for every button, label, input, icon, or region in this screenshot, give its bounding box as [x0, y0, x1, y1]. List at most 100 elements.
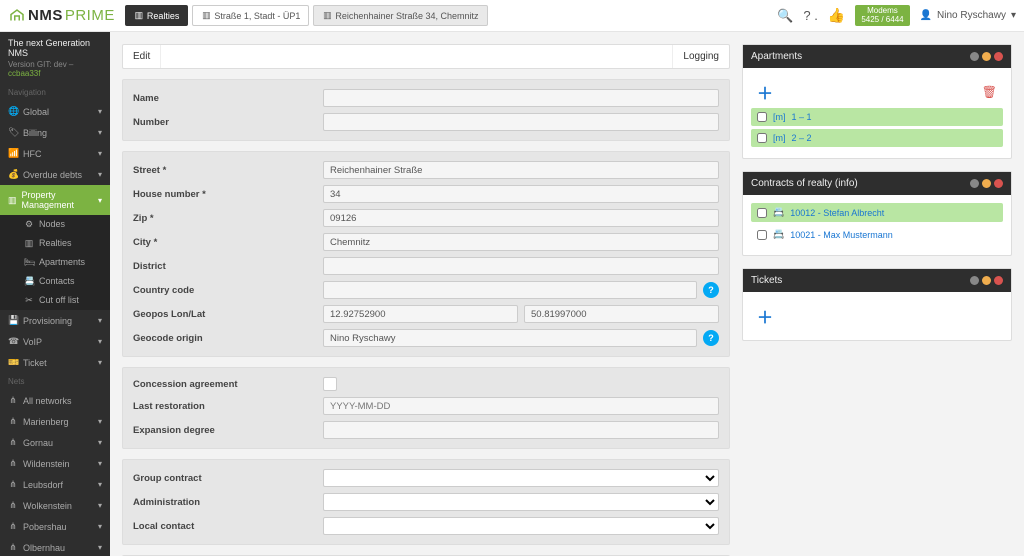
row-checkbox[interactable] [757, 230, 767, 240]
tag-icon: 🏷 [8, 127, 18, 138]
topbar-right: 🔍 ? . 👍 Modems 5425 / 6444 👤 Nino Ryscha… [777, 5, 1016, 27]
input-country[interactable] [323, 281, 697, 299]
sitemap-icon: ⋔ [8, 458, 18, 469]
panel-dot-icon[interactable] [970, 52, 979, 61]
label-group: Group contract [133, 473, 323, 484]
input-number[interactable] [323, 113, 719, 131]
nav-pm-cutoff[interactable]: ✂Cut off list [0, 291, 110, 310]
delete-apartment-button[interactable]: 🗑 [982, 85, 997, 99]
input-street[interactable] [323, 161, 719, 179]
input-city[interactable] [323, 233, 719, 251]
apartment-link[interactable]: 1 – 1 [792, 112, 812, 122]
contract-link[interactable]: 10021 - Max Mustermann [790, 230, 893, 240]
net-wolkenstein[interactable]: ⋔Wolkenstein▾ [0, 495, 110, 516]
input-lat[interactable] [524, 305, 719, 323]
add-apartment-button[interactable]: ＋ [757, 80, 773, 104]
net-leubsdorf[interactable]: ⋔Leubsdorf▾ [0, 474, 110, 495]
signal-icon: 📶 [8, 148, 18, 159]
contract-row[interactable]: 📇10012 - Stefan Albrecht [751, 203, 1003, 222]
building-icon: ▥ [134, 10, 144, 21]
crumb-realties[interactable]: ▥Realties [125, 5, 189, 26]
crumb-current[interactable]: ▥Reichenhainer Straße 34, Chemnitz [313, 5, 487, 26]
input-origin[interactable] [323, 329, 697, 347]
input-house[interactable] [323, 185, 719, 203]
search-icon[interactable]: 🔍 [777, 8, 793, 24]
nav-voip[interactable]: ☎VoIP▾ [0, 331, 110, 352]
contract-row[interactable]: 📇10021 - Max Mustermann [751, 225, 1003, 244]
panel-dot-icon[interactable] [982, 179, 991, 188]
net-olbernhau[interactable]: ⋔Olbernhau▾ [0, 537, 110, 556]
row-checkbox[interactable] [757, 112, 767, 122]
bed-icon: [m] [773, 133, 786, 143]
net-marienberg[interactable]: ⋔Marienberg▾ [0, 411, 110, 432]
chevron-down-icon: ▾ [98, 522, 102, 531]
nav-global[interactable]: 🌐Global▾ [0, 101, 110, 122]
select-local[interactable] [323, 517, 719, 535]
content: Edit Logging Name Number Street * House … [110, 32, 1024, 556]
input-name[interactable] [323, 89, 719, 107]
panel-dot-icon[interactable] [994, 179, 1003, 188]
nav-overdue[interactable]: 💰Overdue debts▾ [0, 164, 110, 185]
net-pobershau[interactable]: ⋔Pobershau▾ [0, 516, 110, 537]
nav-section-main: Navigation [0, 84, 110, 101]
nav-provisioning[interactable]: 💾Provisioning▾ [0, 310, 110, 331]
panel-dot-icon[interactable] [970, 179, 979, 188]
input-expansion[interactable] [323, 421, 719, 439]
net-gornau[interactable]: ⋔Gornau▾ [0, 432, 110, 453]
chevron-down-icon: ▾ [98, 543, 102, 552]
crumb-parent[interactable]: ▥Straße 1, Stadt - ÜP1 [192, 5, 309, 26]
nav-pm-realties[interactable]: ▥Realties [0, 234, 110, 253]
panel-dot-icon[interactable] [970, 276, 979, 285]
panel-dot-icon[interactable] [982, 276, 991, 285]
panel-dot-icon[interactable] [994, 52, 1003, 61]
panel-dot-icon[interactable] [994, 276, 1003, 285]
logo-text-1: NMS [28, 7, 63, 24]
checkbox-concession[interactable] [323, 377, 337, 391]
panel-contracts: Contracts of realty (info) 📇10012 - Stef… [742, 171, 1012, 256]
input-restoration[interactable] [323, 397, 719, 415]
help-icon[interactable]: ? [703, 330, 719, 346]
logo[interactable]: NMS PRIME [8, 7, 115, 25]
input-lon[interactable] [323, 305, 518, 323]
topbar: NMS PRIME ▥Realties ▥Straße 1, Stadt - Ü… [0, 0, 1024, 32]
nav-billing[interactable]: 🏷Billing▾ [0, 122, 110, 143]
version-hash-link[interactable]: ccbaa33f [8, 69, 40, 78]
panel-dot-icon[interactable] [982, 52, 991, 61]
row-checkbox[interactable] [757, 208, 767, 218]
tab-edit[interactable]: Edit [123, 45, 161, 68]
input-district[interactable] [323, 257, 719, 275]
chevron-down-icon: ▾ [98, 480, 102, 489]
select-group[interactable] [323, 469, 719, 487]
ticket-icon: 🎫 [8, 357, 18, 368]
money-icon: 💰 [8, 169, 18, 180]
nav-ticket[interactable]: 🎫Ticket▾ [0, 352, 110, 373]
input-zip[interactable] [323, 209, 719, 227]
crumb-realties-label: Realties [147, 11, 180, 21]
form-section-contract: Group contract Administration Local cont… [122, 459, 730, 545]
nav-pm-contacts[interactable]: 📇Contacts [0, 272, 110, 291]
add-ticket-button[interactable]: ＋ [757, 304, 773, 328]
label-admin: Administration [133, 497, 323, 508]
net-all[interactable]: ⋔All networks [0, 390, 110, 411]
help-icon[interactable]: ? . [803, 8, 817, 23]
chevron-down-icon: ▾ [98, 316, 102, 325]
crumb-current-label: Reichenhainer Straße 34, Chemnitz [335, 11, 478, 21]
modems-badge[interactable]: Modems 5425 / 6444 [855, 5, 909, 27]
apartment-row[interactable]: [m]1 – 1 [751, 108, 1003, 126]
nav-property-management[interactable]: ▥Property Management▾ [0, 185, 110, 215]
nav-hfc[interactable]: 📶HFC▾ [0, 143, 110, 164]
row-checkbox[interactable] [757, 133, 767, 143]
nav-pm-nodes[interactable]: ⚙Nodes [0, 215, 110, 234]
select-admin[interactable] [323, 493, 719, 511]
tab-logging[interactable]: Logging [672, 45, 729, 68]
apartment-row[interactable]: [m] 2 – 2 [751, 129, 1003, 147]
thumbs-up-icon[interactable]: 👍 [828, 7, 845, 24]
user-menu[interactable]: 👤 Nino Ryschawy ▾ [920, 10, 1016, 21]
help-icon[interactable]: ? [703, 282, 719, 298]
apartment-link[interactable]: 2 – 2 [792, 133, 812, 143]
label-number: Number [133, 117, 323, 128]
nav-pm-apartments[interactable]: 🛏Apartments [0, 253, 110, 272]
contract-link[interactable]: 10012 - Stefan Albrecht [790, 208, 884, 218]
net-wildenstein[interactable]: ⋔Wildenstein▾ [0, 453, 110, 474]
label-street: Street * [133, 165, 323, 176]
